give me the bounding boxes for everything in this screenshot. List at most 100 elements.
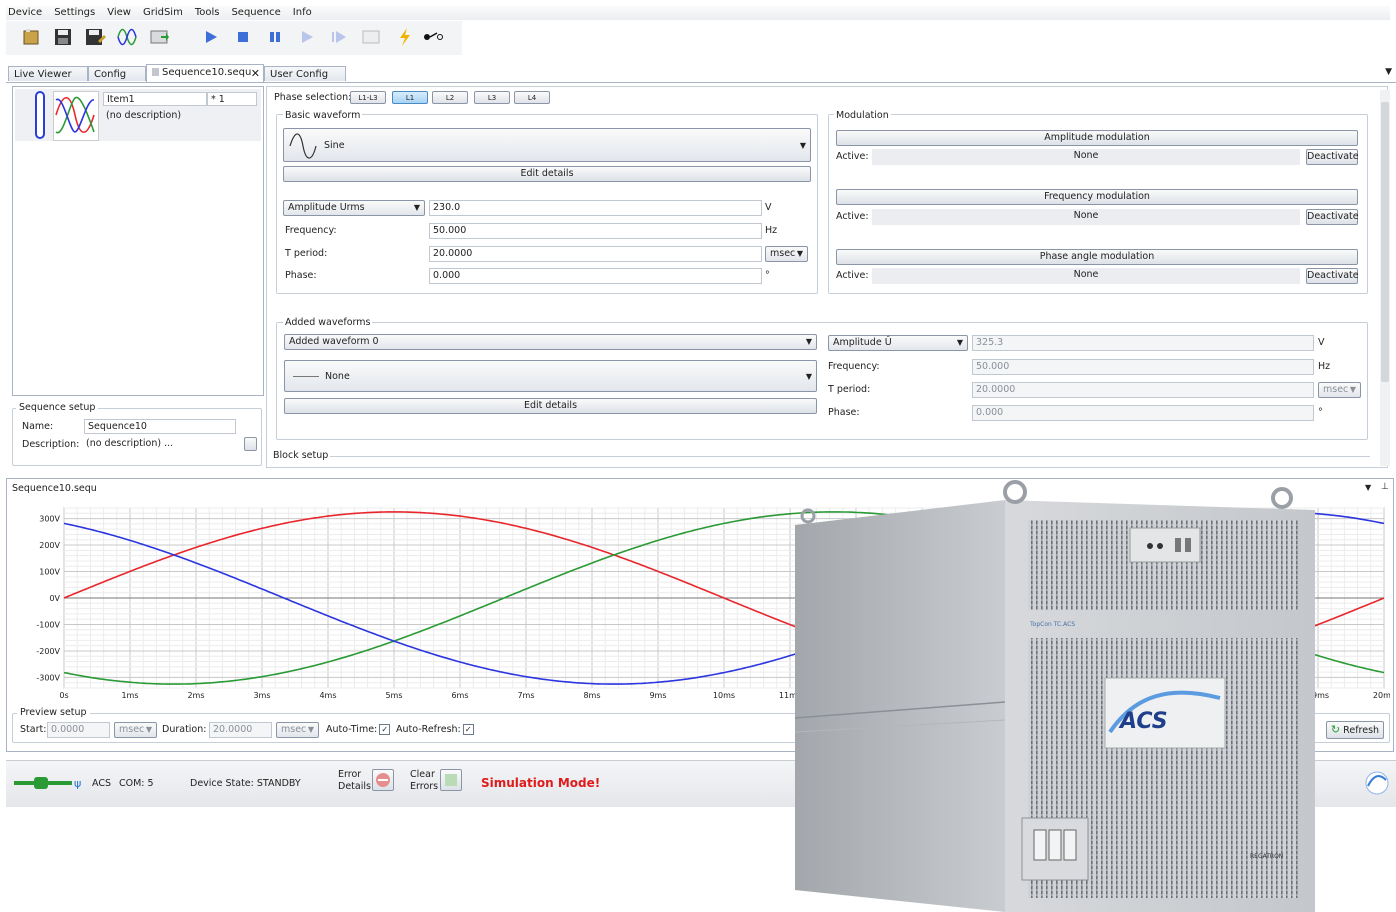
duration-input[interactable]: 20.0000: [209, 722, 272, 738]
sequence-list: Item1 * 1 (no description): [12, 86, 264, 396]
refresh-label: Refresh: [1343, 725, 1380, 736]
tperiod-unit-value: msec: [770, 248, 796, 259]
start-unit-select[interactable]: msec ▼: [114, 722, 157, 738]
config-scrollbar[interactable]: [1380, 90, 1390, 466]
added-waveforms-title: Added waveforms: [283, 316, 373, 330]
autotime-label: Auto-Time: ✓: [326, 723, 391, 737]
start-label: Start:: [20, 724, 47, 735]
phase-l2-button[interactable]: L2: [432, 91, 468, 104]
tab-dropdown-icon[interactable]: ▼: [1385, 67, 1392, 77]
chevron-down-icon: ▼: [956, 338, 963, 347]
play-icon[interactable]: [200, 26, 222, 48]
menu-gridsim[interactable]: GridSim: [141, 6, 183, 20]
stop-icon[interactable]: [232, 26, 254, 48]
chevron-down-icon: ▼: [805, 337, 812, 346]
added-amplitude-input: 325.3: [972, 335, 1314, 351]
clear-errors-line2: Errors: [410, 781, 439, 792]
phase-l1-l3-button[interactable]: L1-L3: [350, 91, 386, 104]
preview-file-label: Sequence10.sequ: [12, 483, 97, 494]
x-tick-label: 7ms: [517, 691, 534, 700]
error-details-button[interactable]: [372, 769, 394, 791]
x-tick-label: 0s: [59, 691, 68, 700]
menu-device[interactable]: Device: [6, 6, 42, 20]
tab-config[interactable]: Config: [88, 66, 146, 81]
open-icon[interactable]: [20, 26, 42, 48]
tperiod-input[interactable]: 20.0000: [429, 246, 762, 262]
added-amplitude-type-select[interactable]: Amplitude Û ▼: [828, 335, 968, 351]
frequency-unit: Hz: [765, 225, 778, 236]
save-icon[interactable]: [52, 26, 74, 48]
basic-waveform-select[interactable]: Sine ▼: [283, 128, 811, 162]
amplitude-input[interactable]: 230.0: [429, 200, 762, 216]
autorefresh-label: Auto-Refresh: ✓: [396, 723, 474, 737]
menu-settings[interactable]: Settings: [52, 6, 95, 20]
edit-description-button[interactable]: [244, 437, 257, 451]
phase-l4-button[interactable]: L4: [514, 91, 550, 104]
pin-icon[interactable]: ⊥: [1381, 482, 1389, 492]
item-count-field[interactable]: * 1: [207, 92, 257, 106]
preview-dropdown-icon[interactable]: ▼: [1365, 483, 1371, 492]
amp-mod-deactivate-button[interactable]: Deactivate: [1306, 149, 1359, 165]
scrollbar-thumb[interactable]: [1381, 102, 1389, 382]
list-item[interactable]: Item1 * 1 (no description): [15, 89, 261, 141]
phase-angle-modulation-button[interactable]: Phase angle modulation: [836, 249, 1358, 265]
device-maker-text: REGATRON: [1250, 853, 1283, 860]
lightning-icon[interactable]: [394, 26, 416, 48]
refresh-button[interactable]: ↻ Refresh: [1326, 721, 1384, 739]
basic-edit-details-button[interactable]: Edit details: [283, 166, 811, 182]
modulation-title: Modulation: [834, 109, 891, 123]
start-input[interactable]: 0.0000: [47, 722, 110, 738]
save-as-icon[interactable]: [84, 26, 106, 48]
connect-icon[interactable]: [422, 26, 444, 48]
waveform-library-icon[interactable]: [116, 26, 138, 48]
menu-sequence[interactable]: Sequence: [229, 6, 280, 20]
added-tperiod-unit-value: msec: [1323, 384, 1349, 395]
sequence-name-input[interactable]: Sequence10: [84, 419, 236, 434]
y-tick-label: 300V: [39, 515, 60, 524]
name-label: Name:: [22, 421, 54, 432]
phase-l3-button[interactable]: L3: [474, 91, 510, 104]
x-tick-label: 10ms: [713, 691, 735, 700]
error-icon: [376, 773, 390, 787]
error-details-line1: Error: [338, 769, 362, 780]
tab-live-viewer[interactable]: Live Viewer: [8, 66, 88, 81]
phase-mod-deactivate-button[interactable]: Deactivate: [1306, 268, 1359, 284]
download-icon[interactable]: [148, 26, 170, 48]
amplitude-modulation-button[interactable]: Amplitude modulation: [836, 130, 1358, 146]
autotime-checkbox[interactable]: ✓: [379, 724, 391, 735]
menu-info[interactable]: Info: [291, 6, 312, 20]
phase-unit: °: [765, 270, 770, 281]
y-tick-label: 200V: [39, 541, 60, 550]
flat-line-icon: [293, 376, 319, 377]
x-tick-label: 8ms: [583, 691, 600, 700]
phase-input[interactable]: 0.000: [429, 268, 762, 284]
y-tick-label: 100V: [39, 568, 60, 577]
description-label: Description:: [22, 439, 80, 450]
amp-mod-active-value: None: [872, 149, 1300, 165]
duration-unit-select[interactable]: msec ▼: [276, 722, 319, 738]
added-edit-details-button[interactable]: Edit details: [284, 398, 817, 414]
phase-l1-button[interactable]: L1: [392, 91, 428, 104]
frequency-modulation-button[interactable]: Frequency modulation: [836, 189, 1358, 205]
added-waveform-type-select[interactable]: None ▼: [284, 360, 817, 392]
freq-mod-deactivate-button[interactable]: Deactivate: [1306, 209, 1359, 225]
amplitude-type-select[interactable]: Amplitude Urms ▼: [283, 200, 425, 216]
menu-view[interactable]: View: [105, 6, 131, 20]
upload-disabled-icon: [360, 26, 382, 48]
item-name-field[interactable]: Item1: [103, 92, 207, 106]
y-tick-label: -200V: [36, 647, 60, 656]
chevron-down-icon: ▼: [799, 141, 806, 150]
pause-icon[interactable]: [264, 26, 286, 48]
close-tab-icon[interactable]: ✕: [251, 66, 260, 81]
clear-errors-button[interactable]: [440, 769, 462, 791]
menu-tools[interactable]: Tools: [193, 6, 220, 20]
added-phase-unit: °: [1318, 407, 1323, 418]
tab-sequence[interactable]: Sequence10.sequ ✕: [146, 64, 264, 82]
tperiod-unit-select[interactable]: msec ▼: [765, 246, 808, 262]
clear-errors-line1: Clear: [410, 769, 435, 780]
tab-user-config[interactable]: User Config: [264, 66, 346, 81]
added-waveform-select[interactable]: Added waveform 0 ▼: [284, 334, 817, 350]
frequency-input[interactable]: 50.000: [429, 223, 762, 239]
autorefresh-checkbox[interactable]: ✓: [462, 724, 474, 735]
chevron-down-icon: ▼: [1349, 385, 1356, 394]
